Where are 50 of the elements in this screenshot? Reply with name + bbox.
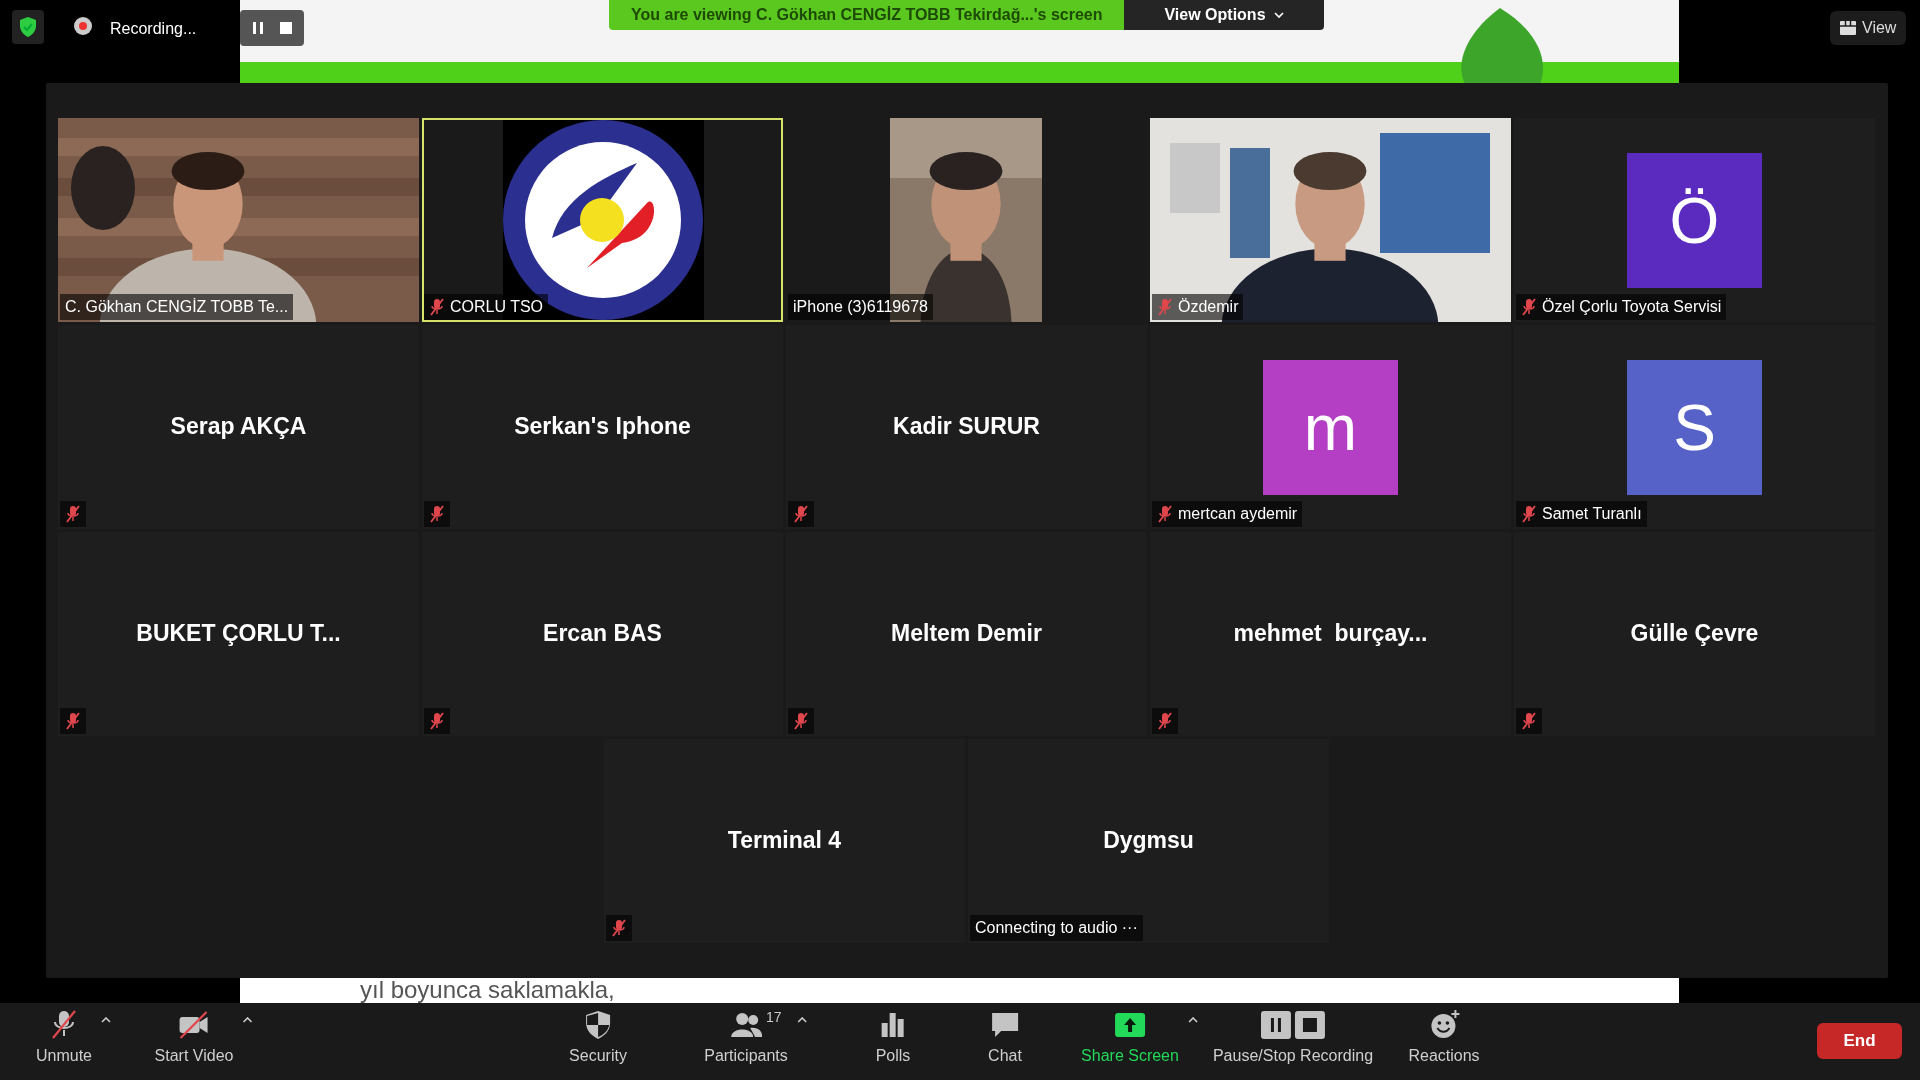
participant-name: C. Gökhan CENGİZ TOBB Te... — [65, 297, 289, 317]
toolbar-button[interactable]: Unmute — [14, 1009, 114, 1068]
participant-name: Serap AKÇA — [169, 412, 308, 441]
toolbar-button[interactable]: Polls — [875, 1009, 911, 1068]
participant-name: CORLU TSO — [450, 297, 544, 317]
participant-name: Özel Çorlu Toyota Servisi — [1542, 297, 1722, 317]
participant-count: 17 — [766, 1008, 782, 1027]
participant-name: mehmet burçay... — [1232, 619, 1429, 648]
participant-name: mertcan aydemir — [1178, 504, 1298, 524]
security-status[interactable] — [12, 10, 44, 44]
chevron-icon — [1273, 11, 1284, 19]
stop-icon — [280, 22, 292, 34]
toolbar-button[interactable]: Chat — [988, 1009, 1022, 1068]
participant-name: Özdemir — [1178, 297, 1239, 317]
screen-share-banner: You are viewing C. Gökhan CENGİZ TOBB Tekirdağ...'s screen — [609, 0, 1125, 30]
participant-name: BUKET ÇORLU T... — [135, 619, 342, 648]
participant-name: Samet Turanlı — [1542, 504, 1642, 524]
avatar-initial: m — [1263, 360, 1398, 495]
toolbar-button[interactable]: Reactions — [1408, 1009, 1480, 1068]
caret-icon — [101, 1017, 111, 1023]
pause-icon — [253, 22, 263, 34]
smiley-icon — [1428, 1009, 1460, 1041]
view-options-button[interactable]: View Options — [1124, 0, 1324, 30]
end-button[interactable]: End — [1817, 1023, 1902, 1059]
toolbar-button[interactable]: Security — [569, 1009, 627, 1068]
participant-name: Ercan BAS — [542, 619, 663, 648]
participant-name: Serkan's Iphone — [513, 412, 692, 441]
view-button[interactable]: View — [1830, 11, 1907, 45]
participant-name: Terminal 4 — [726, 826, 843, 855]
participant-name: Dygmsu — [1102, 826, 1195, 855]
recording-status: Recording... — [110, 19, 197, 39]
participant-name: Meltem Demir — [890, 619, 1043, 648]
pause-stop-icon — [1261, 1009, 1325, 1041]
toolbar-button[interactable]: Share Screen — [1059, 1009, 1201, 1068]
video-off-icon — [178, 1009, 210, 1041]
caret-icon — [1187, 1017, 1198, 1023]
avatar-initial: S — [1627, 360, 1762, 495]
slide-text: yıl boyunca saklamakla, — [360, 977, 615, 1003]
shield-icon — [18, 16, 38, 38]
participant-name: Kadir SURUR — [892, 412, 1041, 441]
participant-name: iPhone (3)6119678 — [793, 297, 928, 317]
toolbar-button[interactable]: 17 Participants — [682, 1009, 810, 1068]
avatar-initial: Ö — [1627, 153, 1762, 288]
toolbar-button[interactable]: Start Video — [132, 1009, 256, 1068]
grid-icon — [1840, 21, 1856, 35]
audio-status: Connecting to audio ··· — [975, 918, 1138, 938]
toolbar-button[interactable]: Pause/Stop Recording — [1212, 1009, 1374, 1068]
participant-name: Gülle Çevre — [1629, 619, 1760, 648]
caret-icon — [796, 1017, 807, 1023]
caret-icon — [242, 1017, 253, 1023]
